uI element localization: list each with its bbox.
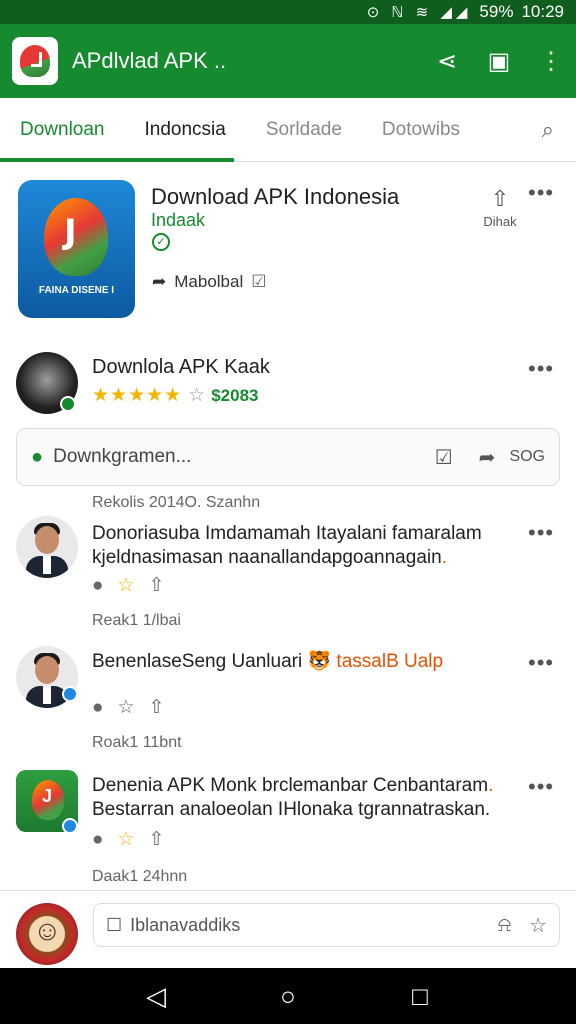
app-tag-label: Mabolbal (174, 272, 244, 291)
status-icons: ⊙ ℕ ≋ ◢◢ (366, 4, 472, 21)
comment-meta: Reak1 1/lbai (92, 612, 181, 629)
app-icon-shape (44, 198, 108, 276)
more-vert-icon[interactable]: ⋮ (538, 47, 564, 76)
app-developer[interactable]: Indaak (151, 210, 205, 231)
app-title: Download APK Indonesia (151, 184, 400, 209)
app-logo[interactable] (12, 37, 58, 85)
comment-input[interactable]: ☐ Iblanavaddiks ⍾ ☆ (93, 903, 560, 947)
search-icon[interactable]: ⌕ (542, 117, 554, 143)
more-icon[interactable]: ••• (528, 774, 554, 800)
forward-icon[interactable]: ➦ (479, 445, 496, 470)
system-nav-bar: ◁ ○ □ (0, 968, 576, 1024)
list-item: Donoriasuba Imdamamah Itayalani famarala… (16, 516, 560, 636)
share-button[interactable]: ⇧ Dihak (470, 186, 530, 229)
comment-placeholder: Iblanavaddiks (130, 914, 241, 935)
verified-badge-icon (62, 818, 78, 834)
app-bar-title: APdlvlad APK .. (72, 48, 227, 73)
star-icon[interactable]: ☆ (529, 913, 547, 938)
more-icon[interactable]: ••• (528, 520, 554, 546)
star-icon[interactable]: ☆ (117, 696, 134, 719)
logo-icon (20, 45, 50, 77)
comment-meta: Daak1 24hnn (92, 868, 188, 885)
search-placeholder: Downkgramen... (53, 446, 192, 467)
comment-text: Donoriasuba Imdamamah Itayalani famarala… (92, 522, 482, 570)
comment-accent: 🐯 tassalB Ualp (307, 651, 444, 672)
checkbox-icon: ☑ (251, 272, 267, 291)
more-icon[interactable]: ••• (528, 650, 554, 676)
like-icon[interactable]: ⇧ (149, 696, 165, 719)
review-header: Downlola APK Kaak ★★★★★ ☆ $2083 ••• (16, 352, 560, 416)
app-bar: APdlvlad APK .. ⋖ ▣ ⋮ (0, 24, 576, 98)
list-item: Denenia APK Monk brclemanbar Cenbantaram… (16, 770, 560, 886)
tab-bar: Downloan Indoncsia Sorldade Dotowibs ⌕ (0, 98, 576, 162)
star-icon[interactable]: ☆ (117, 574, 134, 597)
app-icon-caption: FAINA DISENE I (38, 285, 115, 296)
online-badge-icon (60, 396, 76, 412)
comments-meta: Rekolis 2014O. Szanhn (92, 494, 261, 511)
back-icon[interactable]: ◁ (136, 981, 176, 1012)
share-up-icon: ⇧ (490, 186, 510, 211)
tab-dotowibs[interactable]: Dotowibs (362, 98, 480, 162)
reviewer-name: Downlola APK Kaak (92, 356, 270, 378)
search-count: SOG (509, 448, 545, 465)
verified-icon: ✓ (152, 233, 170, 251)
share-label: Dihak (483, 214, 517, 229)
more-icon[interactable]: ••• (528, 180, 554, 206)
verified-badge-icon (62, 686, 78, 702)
comment-icon[interactable]: ● (92, 697, 103, 719)
app-icon: FAINA DISENE I (18, 180, 135, 318)
home-icon[interactable]: ○ (268, 981, 308, 1012)
comment-line: BenenlaseSeng Uanluari (92, 651, 303, 672)
location-pin-icon: ● (31, 445, 44, 468)
tab-indicator (0, 158, 234, 162)
recents-icon[interactable]: □ (400, 981, 440, 1012)
avatar[interactable] (16, 516, 78, 578)
comment-actions: ● ☆ ⇧ (92, 828, 164, 851)
status-bar: ⊙ ℕ ≋ ◢◢ 59% 10:29 (0, 0, 576, 24)
search-input[interactable]: ● Downkgramen... ☑ ➦ SOG (16, 428, 560, 486)
comment-line: Bestarran analoeolan IHlonaka tgrannatra… (92, 799, 491, 820)
app-tag: ➦ Mabolbal ☑ (152, 272, 267, 292)
rating-count: $2083 (211, 385, 259, 405)
status-time: 10:29 (521, 2, 564, 21)
comment-text: Denenia APK Monk brclemanbar Cenbantaram… (92, 774, 493, 822)
avatar[interactable] (16, 903, 78, 965)
comment-icon[interactable]: ● (92, 575, 103, 597)
comment-accent: . (488, 775, 494, 796)
comment-text: BenenlaseSeng Uanluari 🐯 tassalB Ualp (92, 650, 443, 674)
tab-download[interactable]: Downloan (0, 98, 125, 162)
comment-accent: . (441, 547, 447, 568)
edit-icon: ☐ (106, 914, 123, 935)
star-icon[interactable]: ☆ (117, 828, 134, 851)
star-empty-icon: ☆ (188, 385, 206, 406)
battery-level: 59% (479, 2, 514, 21)
bell-icon[interactable]: ⍾ (498, 914, 511, 937)
calendar-icon[interactable]: ☑ (435, 445, 453, 470)
comment-meta: Roak1 11bnt (92, 734, 182, 751)
comment-line: kjeldnasimasan naanallandapgoannagain (92, 547, 442, 568)
comment-icon[interactable]: ● (92, 829, 103, 851)
rating: ★★★★★ ☆ $2083 (92, 384, 259, 407)
comment-actions: ● ☆ ⇧ (92, 574, 164, 597)
more-icon[interactable]: ••• (528, 356, 554, 382)
tab-sorldade[interactable]: Sorldade (246, 98, 362, 162)
stars-icon: ★★★★★ (92, 385, 183, 406)
tab-indonesia[interactable]: Indoncsia (125, 98, 246, 162)
bookmark-icon[interactable]: ▣ (486, 47, 512, 76)
share-icon[interactable]: ⋖ (434, 47, 460, 76)
app-card[interactable]: FAINA DISENE I Download APK Indonesia In… (18, 180, 558, 320)
like-icon[interactable]: ⇧ (149, 828, 165, 851)
like-icon[interactable]: ⇧ (149, 574, 165, 597)
comment-line: Denenia APK Monk brclemanbar Cenbantaram (92, 775, 489, 796)
list-item: BenenlaseSeng Uanluari 🐯 tassalB Ualp ● … (16, 646, 560, 756)
comment-actions: ● ☆ ⇧ (92, 696, 164, 719)
tag-icon: ➦ (152, 272, 167, 291)
comment-composer: ☐ Iblanavaddiks ⍾ ☆ (0, 890, 576, 968)
comment-line: Donoriasuba Imdamamah Itayalani famarala… (92, 523, 482, 544)
